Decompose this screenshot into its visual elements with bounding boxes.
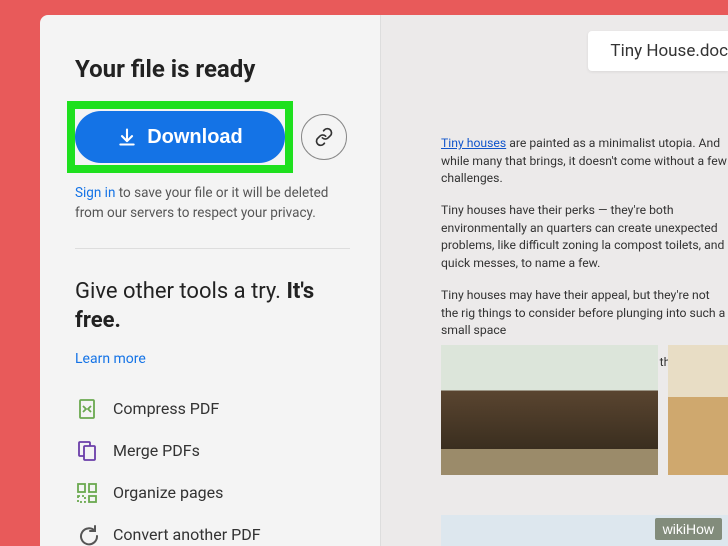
app-window: Your file is ready Download Sign in to s… [40,15,728,546]
watermark: wikiHow [655,518,722,540]
doc-paragraph: Tiny houses have their perks — they're b… [441,202,728,273]
signin-text: Sign in to save your file or it will be … [75,183,350,224]
learn-more-link[interactable]: Learn more [75,351,146,367]
share-link-button[interactable] [301,114,347,160]
merge-icon [75,439,99,463]
tools-heading: Give other tools a try. It's free. [75,277,350,336]
tool-compress-pdf[interactable]: Compress PDF [75,397,350,421]
document-filename-tab: Tiny House.doc [588,31,728,71]
tool-label: Organize pages [113,483,223,502]
sidebar: Your file is ready Download Sign in to s… [40,15,380,546]
tool-convert-another[interactable]: Convert another PDF [75,523,350,546]
tool-merge-pdfs[interactable]: Merge PDFs [75,439,350,463]
download-icon [117,127,137,147]
doc-image-row [441,345,728,475]
tools-heading-pre: Give other tools a try. [75,279,286,304]
tool-organize-pages[interactable]: Organize pages [75,481,350,505]
doc-image [441,345,658,475]
tool-label: Convert another PDF [113,525,261,544]
signin-link[interactable]: Sign in [75,185,115,201]
compress-icon [75,397,99,421]
convert-icon [75,523,99,546]
tool-label: Merge PDFs [113,441,200,460]
doc-image [668,345,728,475]
download-row: Download [75,111,350,163]
doc-paragraph: Tiny houses may have their appeal, but t… [441,287,728,340]
tool-label: Compress PDF [113,399,219,418]
tool-list: Compress PDF Merge PDFs Organize pages C… [75,397,350,546]
link-icon [314,127,334,147]
doc-link-tiny-houses[interactable]: Tiny houses [441,136,506,150]
organize-icon [75,481,99,505]
doc-paragraph: Tiny houses are painted as a minimalist … [441,135,728,188]
divider [75,248,350,249]
download-label: Download [147,126,243,149]
page-title: Your file is ready [75,55,350,83]
document-preview: Tiny House.doc Tiny houses are painted a… [380,15,728,546]
download-button[interactable]: Download [75,111,285,163]
